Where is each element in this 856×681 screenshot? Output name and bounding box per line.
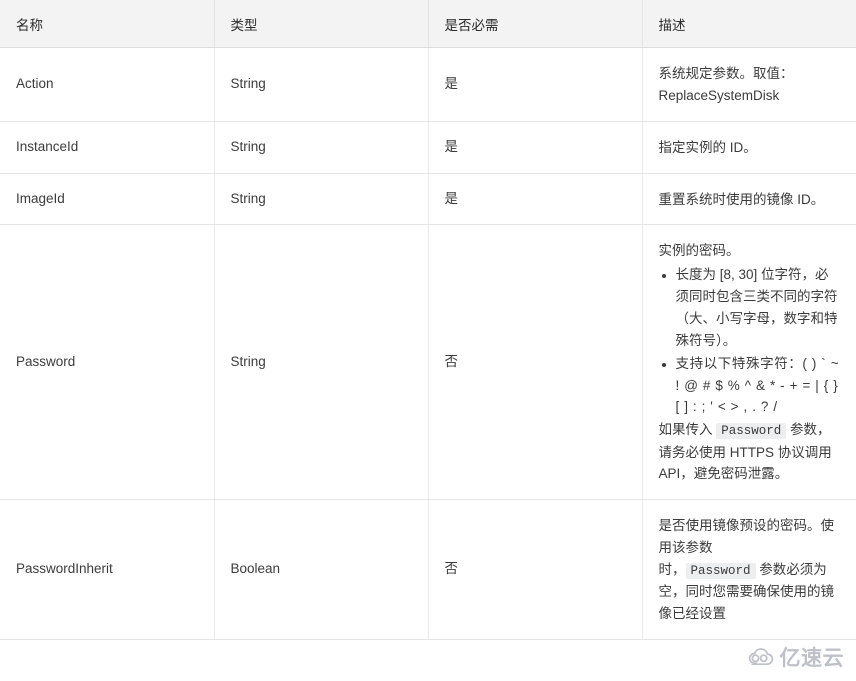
inline-code-password: Password [685, 563, 756, 579]
inline-code-password: Password [716, 423, 787, 440]
description-bullet-list: 长度为 [8, 30] 位字符，必须同时包含三类不同的字符（大、小写字母，数字和… [659, 264, 841, 418]
cell-param-description: 指定实例的 ID。 [642, 121, 856, 174]
parameter-table-container: 名称 类型 是否必需 描述 Action String 是 系统规定参数。取值：… [0, 0, 856, 681]
cell-param-name: ImageId [0, 173, 215, 226]
table-row: PasswordInherit Boolean 否 是否使用镜像预设的密码。使用… [0, 499, 856, 640]
description-bullet: 支持以下特殊字符：( ) ` ~ ! @ # $ % ^ & * - + = |… [676, 353, 841, 419]
cell-param-description: 是否使用镜像预设的密码。使用该参数 时， Password 参数必须为空，同时您需… [642, 499, 856, 640]
description-note: 时， Password 参数必须为空，同时您需要确保使用的镜像已经设置 [659, 559, 841, 625]
table-row: Password String 否 实例的密码。 长度为 [8, 30] 位字符… [0, 224, 856, 501]
column-header-type: 类型 [214, 0, 429, 48]
cell-param-type: String [214, 224, 429, 501]
cell-param-type: Boolean [214, 499, 429, 640]
cell-param-type: String [214, 47, 429, 122]
cell-param-required: 否 [428, 499, 643, 640]
cell-param-description: 重置系统时使用的镜像 ID。 [642, 173, 856, 226]
description-intro: 是否使用镜像预设的密码。使用该参数 [658, 518, 835, 556]
watermark-text: 亿速云 [779, 646, 844, 670]
cell-param-required: 是 [428, 173, 643, 226]
cell-param-name: PasswordInherit [0, 499, 215, 640]
table-row: InstanceId String 是 指定实例的 ID。 [0, 121, 856, 174]
description-note: 如果传入 Password 参数，请务必使用 HTTPS 协议调用 API，避免… [659, 419, 841, 485]
parameter-table: 名称 类型 是否必需 描述 Action String 是 系统规定参数。取值：… [0, 0, 856, 640]
watermark: 亿速云 [745, 647, 845, 669]
column-header-name: 名称 [0, 0, 215, 48]
table-row: ImageId String 是 重置系统时使用的镜像 ID。 [0, 173, 856, 226]
column-header-required: 是否必需 [428, 0, 643, 48]
description-note-prefix: 时， [658, 562, 686, 577]
description-bullet: 长度为 [8, 30] 位字符，必须同时包含三类不同的字符（大、小写字母，数字和… [676, 264, 841, 351]
cell-param-type: String [214, 121, 429, 174]
description-note-prefix: 如果传入 [658, 422, 717, 438]
cell-param-name: Action [0, 47, 215, 122]
cell-param-type: String [214, 173, 429, 226]
table-header-row: 名称 类型 是否必需 描述 [0, 0, 856, 48]
table-body: Action String 是 系统规定参数。取值：ReplaceSystemD… [0, 47, 856, 640]
cloud-logo-icon [745, 647, 775, 669]
cell-param-name: Password [0, 224, 215, 501]
cell-param-name: InstanceId [0, 121, 215, 174]
cell-param-required: 是 [428, 121, 643, 174]
cell-param-description: 系统规定参数。取值：ReplaceSystemDisk [642, 47, 856, 122]
description-paragraph: 系统规定参数。取值：ReplaceSystemDisk [658, 66, 794, 103]
cell-param-description: 实例的密码。 长度为 [8, 30] 位字符，必须同时包含三类不同的字符（大、小… [642, 224, 856, 501]
cell-param-required: 否 [428, 224, 643, 501]
description-intro: 实例的密码。 [658, 243, 740, 259]
table-header: 名称 类型 是否必需 描述 [0, 0, 856, 48]
cell-param-required: 是 [428, 47, 643, 122]
description-paragraph: 重置系统时使用的镜像 ID。 [658, 191, 825, 207]
table-row: Action String 是 系统规定参数。取值：ReplaceSystemD… [0, 47, 856, 122]
column-header-description: 描述 [642, 0, 856, 48]
description-paragraph: 指定实例的 ID。 [658, 139, 757, 155]
